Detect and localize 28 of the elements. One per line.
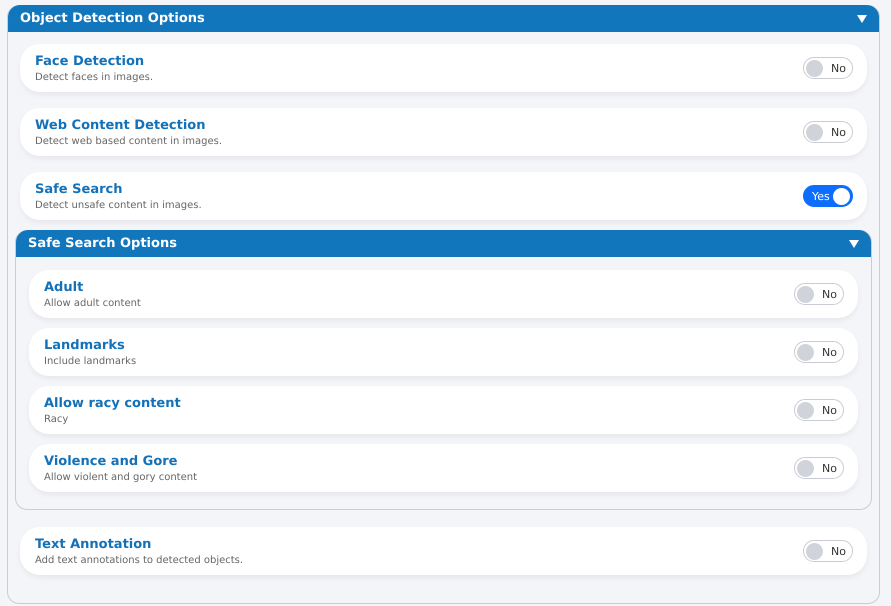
option-title: Allow racy content	[44, 396, 181, 410]
option-description: Add text annotations to detected objects.	[35, 554, 244, 566]
option-description: Allow violent and gory content	[44, 472, 198, 482]
caret-icon	[857, 14, 867, 22]
option-description: Detect faces in images.	[35, 72, 154, 82]
toggle-switch[interactable]: No	[803, 57, 853, 79]
option-title: Text Annotation	[35, 536, 152, 552]
toggle-switch[interactable]: No	[794, 283, 844, 305]
caret-icon	[849, 240, 859, 248]
panel-header[interactable]: Object Detection Options	[8, 5, 879, 32]
toggle-switch[interactable]: Yes	[803, 185, 853, 207]
option-description: Racy	[44, 414, 70, 424]
toggle-switch[interactable]: No	[803, 121, 853, 143]
toggle-switch[interactable]: No	[794, 457, 844, 479]
option-title: Adult	[44, 280, 84, 294]
option-title: Web Content Detection	[35, 118, 206, 132]
toggle-switch[interactable]: No	[794, 399, 844, 421]
option-title: Violence and Gore	[44, 454, 178, 468]
option-description: Include landmarks	[44, 356, 136, 366]
toggle-switch[interactable]: No	[803, 540, 853, 562]
option-title: Face Detection	[35, 54, 146, 68]
option-description: Detect unsafe content in images.	[35, 200, 202, 210]
option-description: Detect web based content in images.	[35, 136, 222, 146]
group-header[interactable]: Safe Search Options	[16, 230, 871, 257]
option-title: Safe Search	[35, 182, 124, 196]
option-title: Landmarks	[44, 338, 126, 352]
toggle-switch[interactable]: No	[794, 341, 844, 363]
option-description: Allow adult content	[44, 298, 141, 308]
